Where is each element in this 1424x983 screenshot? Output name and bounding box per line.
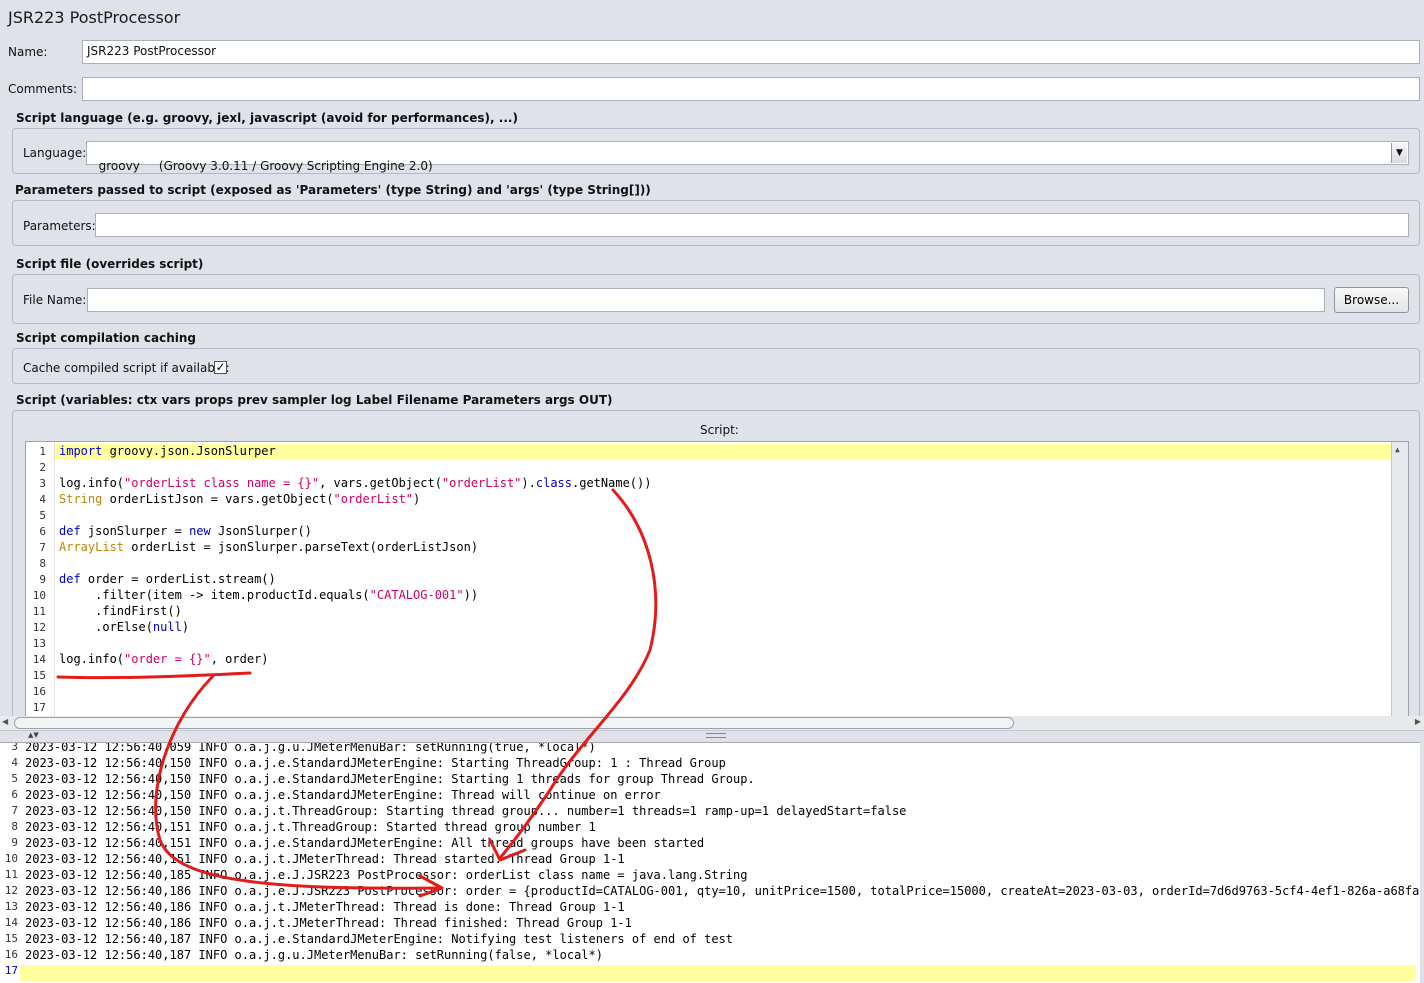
log-line: 2023-03-12 12:56:40,150 INFO o.a.j.e.Sta… [25,788,661,802]
name-input[interactable]: JSR223 PostProcessor [82,40,1420,64]
language-select-value: groovy (Groovy 3.0.11 / Groovy Scripting… [98,159,433,173]
line-number: 15 [32,669,46,682]
log-line-number: 13 [4,900,18,913]
line-number: 11 [32,605,46,618]
line-number: 5 [39,509,46,522]
line-number: 1 [39,445,46,458]
scroll-left-icon[interactable]: ◀ [2,717,8,726]
log-line: 2023-03-12 12:56:40,187 INFO o.a.j.e.Sta… [25,932,734,946]
parameters-title: Parameters passed to script (exposed as … [15,183,651,197]
log-line-number: 12 [4,884,18,897]
parameters-label: Parameters: [23,219,96,233]
code-line: log.info("order = {}", order) [59,652,269,666]
line-gutter: 1 2 3 4 5 6 7 8 9 10 11 12 13 14 15 16 1… [26,442,55,716]
code-line: .orElse(null) [59,620,190,634]
log-line: 2023-03-12 12:56:40,187 INFO o.a.j.g.u.J… [25,948,603,962]
log-line-number: 16 [4,948,18,961]
browse-button[interactable]: Browse... [1334,287,1409,313]
comments-input[interactable] [82,77,1420,101]
cache-checkbox[interactable]: ✓ [214,361,227,374]
line-number: 4 [39,493,46,506]
code-line: String orderListJson = vars.getObject("o… [59,492,421,506]
script-file-title: Script file (overrides script) [16,257,204,271]
splitter-grip-icon[interactable] [706,733,726,738]
caching-title: Script compilation caching [16,331,196,345]
log-line-number: 6 [11,788,18,801]
log-line: 2023-03-12 12:56:40,151 INFO o.a.j.t.Thr… [25,820,596,834]
line-number: 7 [39,541,46,554]
script-language-title: Script language (e.g. groovy, jexl, java… [16,111,518,125]
script-editor-label: Script: [700,423,739,437]
code-line: import groovy.json.JsonSlurper [59,444,276,458]
log-line: 2023-03-12 12:56:40,150 INFO o.a.j.e.Sta… [25,772,755,786]
splitter[interactable]: ▲▼ [0,730,1424,742]
log-line: 2023-03-12 12:56:40,186 INFO o.a.j.e.J.J… [25,884,1420,898]
log-line: 2023-03-12 12:56:40,186 INFO o.a.j.t.JMe… [25,900,625,914]
line-number: 16 [32,685,46,698]
log-viewer[interactable]: 3 4 5 6 7 8 9 10 11 12 13 14 15 16 17 20… [0,742,1420,983]
log-line-number: 15 [4,932,18,945]
code-line: log.info("orderList class name = {}", va… [59,476,652,490]
log-line: 2023-03-12 12:56:40,151 INFO o.a.j.t.JMe… [25,852,625,866]
line-number: 17 [32,701,46,714]
log-line-number: 3 [11,742,18,753]
line-number: 13 [32,637,46,650]
line-number: 2 [39,461,46,474]
log-line-number: 14 [4,916,18,929]
file-name-label: File Name: [23,293,87,307]
log-line-number: 10 [4,852,18,865]
line-number: 8 [39,557,46,570]
log-line-number: 8 [11,820,18,833]
log-line: 2023-03-12 12:56:40,150 INFO o.a.j.e.Sta… [25,756,726,770]
log-line: 2023-03-12 12:56:40,151 INFO o.a.j.e.Sta… [25,836,705,850]
code-line: def order = orderList.stream() [59,572,276,586]
splitter-arrows-icon[interactable]: ▲▼ [28,731,39,739]
window-title: JSR223 PostProcessor [8,8,181,27]
script-editor[interactable]: 1 2 3 4 5 6 7 8 9 10 11 12 13 14 15 16 1… [25,441,1409,717]
scroll-up-icon[interactable]: ▲ [1395,445,1400,454]
line-number: 14 [32,653,46,666]
log-line-number: 7 [11,804,18,817]
line-number: 3 [39,477,46,490]
editor-horizontal-scrollbar[interactable]: ◀ ▶ [0,716,1424,730]
line-number: 10 [32,589,46,602]
log-line: 2023-03-12 12:56:40,186 INFO o.a.j.t.JMe… [25,916,632,930]
log-line-number: 9 [11,836,18,849]
code-line: ArrayList orderList = jsonSlurper.parseT… [59,540,479,554]
script-title: Script (variables: ctx vars props prev s… [16,393,613,407]
line-number: 6 [39,525,46,538]
log-line-number: 11 [4,868,18,881]
code-line: def jsonSlurper = new JsonSlurper() [59,524,312,538]
log-line: 2023-03-12 12:56:40,059 INFO o.a.j.g.u.J… [25,742,596,754]
code-line: .findFirst() [59,604,182,618]
chevron-down-icon[interactable]: ▼ [1391,143,1407,163]
code-line: .filter(item -> item.productId.equals("C… [59,588,479,602]
name-label: Name: [8,45,48,59]
line-number: 9 [39,573,46,586]
log-current-line-highlight [20,965,1416,981]
comments-label: Comments: [8,82,78,96]
editor-vertical-scrollbar[interactable]: ▲ [1391,442,1408,716]
language-label: Language: [23,146,87,160]
file-name-input[interactable] [87,288,1325,312]
log-line: 2023-03-12 12:56:40,185 INFO o.a.j.e.J.J… [25,868,748,882]
log-line: 2023-03-12 12:56:40,150 INFO o.a.j.t.Thr… [25,804,907,818]
scroll-right-icon[interactable]: ▶ [1415,717,1421,726]
cache-label: Cache compiled script if available: [23,361,230,375]
line-number: 12 [32,621,46,634]
log-line-number: 5 [11,772,18,785]
language-select[interactable]: groovy (Groovy 3.0.11 / Groovy Scripting… [86,141,1409,173]
scrollbar-thumb[interactable] [14,717,1014,729]
parameters-input[interactable] [95,213,1409,237]
log-line-number: 4 [11,756,18,769]
log-line-number: 17 [4,964,18,977]
